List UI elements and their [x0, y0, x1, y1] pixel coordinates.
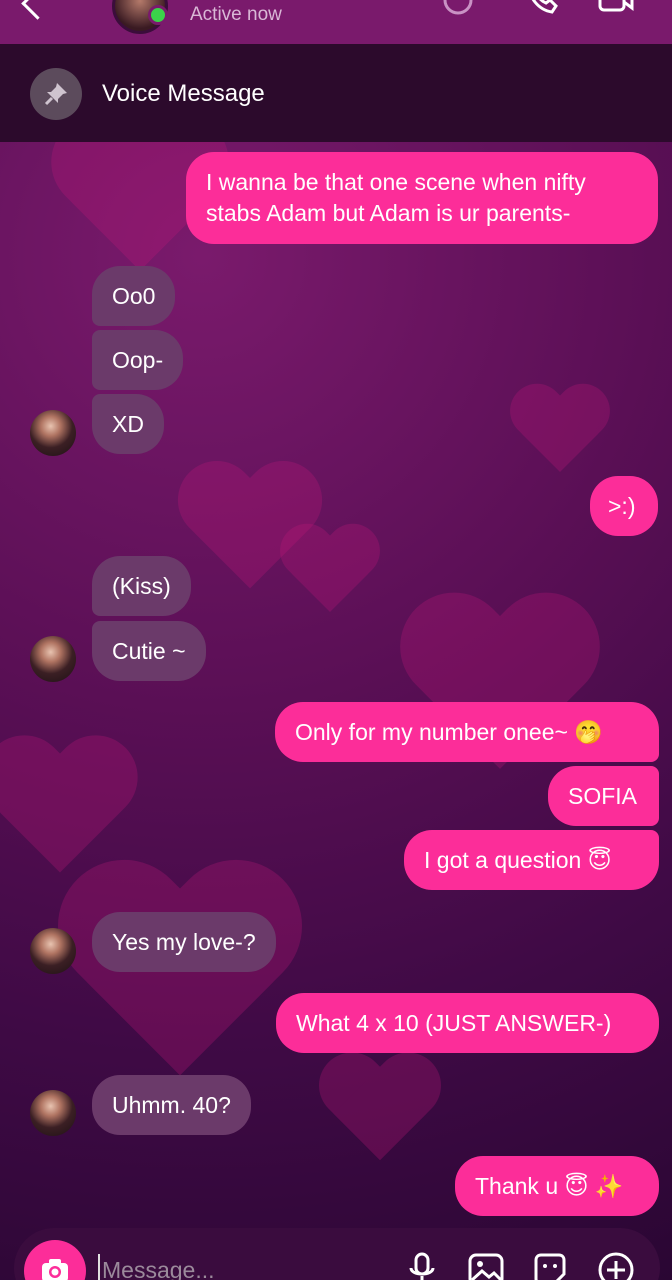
microphone-icon[interactable] — [402, 1250, 442, 1280]
chat-header — [0, 0, 672, 44]
message-bubble[interactable]: I wanna be that one scene when nifty sta… — [186, 152, 658, 244]
online-indicator — [148, 5, 168, 25]
contact-avatar[interactable] — [30, 410, 76, 456]
message-bubble[interactable]: Only for my number onee~ 🤭 — [275, 702, 659, 762]
message-bubble[interactable]: Thank u 😇 ✨ — [455, 1156, 659, 1216]
message-bubble[interactable]: I got a question 😇 — [404, 830, 659, 890]
background-heart — [48, 864, 312, 1106]
sticker-icon[interactable] — [530, 1250, 570, 1280]
pin-icon — [30, 68, 82, 120]
gallery-icon[interactable] — [466, 1250, 506, 1280]
message-bubble[interactable]: XD — [92, 394, 164, 454]
sticker-icon[interactable] — [440, 0, 476, 16]
add-icon[interactable] — [596, 1250, 636, 1280]
camera-icon — [42, 1259, 68, 1280]
message-bubble[interactable]: Yes my love-? — [92, 912, 276, 972]
background-heart — [276, 526, 384, 625]
message-bubble[interactable]: Oop- — [92, 330, 184, 390]
video-icon[interactable] — [598, 0, 634, 16]
background-heart — [392, 596, 608, 794]
message-input[interactable] — [98, 1254, 364, 1280]
message-bubble[interactable]: Uhmm. 40? — [92, 1075, 251, 1135]
pinned-title: Voice Message — [102, 80, 265, 107]
background-heart — [314, 1055, 446, 1176]
contact-avatar[interactable] — [30, 636, 76, 682]
message-bubble[interactable]: What 4 x 10 (JUST ANSWER-) — [276, 993, 659, 1053]
message-bubble[interactable]: SOFIA — [548, 766, 659, 826]
contact-avatar[interactable] — [30, 1090, 76, 1136]
message-bubble[interactable]: Cutie ~ — [92, 621, 206, 681]
message-bubble[interactable]: Oo0 — [92, 266, 176, 326]
background-heart — [506, 386, 614, 485]
contact-avatar[interactable] — [30, 928, 76, 974]
message-bubble[interactable]: >:) — [590, 476, 658, 536]
active-status: Active now — [190, 4, 282, 25]
pinned-message-bar[interactable]: Voice Message — [0, 44, 672, 142]
phone-icon[interactable] — [524, 0, 560, 16]
message-bubble[interactable]: (Kiss) — [92, 556, 191, 616]
